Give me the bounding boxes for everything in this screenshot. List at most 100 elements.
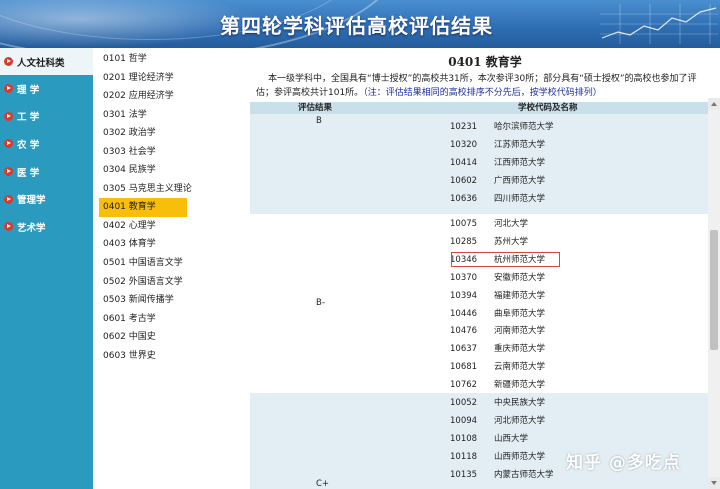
discipline-item[interactable]: 0503 新闻传播学 [93,291,250,310]
school-name: 中央民族大学 [494,398,546,408]
results-scrollbar[interactable] [708,98,720,489]
nav-item-4[interactable]: 医 学 [0,158,93,186]
school-code: 10370 [450,272,478,283]
results-panel: 0401 教育学 本一级学科中，全国具有“博士授权”的高校共31所，本次参评30… [250,48,720,489]
arrow-right-icon [4,139,13,149]
grade-label: B [316,116,322,126]
nav-item-3[interactable]: 农 学 [0,130,93,158]
school-name: 江西师范大学 [494,157,546,168]
table-row: 10370 安徽师范大学 [450,269,545,287]
header-banner: 第四轮学科评估高校评估结果 [0,0,720,48]
table-row: 10094 河北师范大学 [450,412,545,430]
school-code: 10052 [450,398,478,408]
school-code: 10135 [450,469,478,480]
discipline-item[interactable]: 0301 法学 [93,106,250,125]
discipline-item[interactable]: 0201 理论经济学 [93,69,250,88]
scrollbar-thumb[interactable] [710,230,718,350]
nav-item-label: 管理学 [17,195,46,207]
discipline-title: 0401 教育学 [448,55,522,69]
discipline-item[interactable]: 0304 民族学 [93,161,250,180]
table-row: 10320 江苏师范大学 [450,136,545,154]
grade-group: B- 10075 河北大学 10285 苏州大学 10346 杭州师范大学 10370 安徽师范… [250,214,710,393]
discipline-description: 本一级学科中，全国具有“博士授权”的高校共31所，本次参评30所；部分具有“硕士… [250,69,720,101]
school-code: 10602 [450,175,478,186]
school-column-header: 学校代码及名称 [518,103,578,113]
table-row: 10285 苏州大学 [450,233,528,251]
discipline-item[interactable]: 0302 政治学 [93,124,250,143]
grade-group: C+ 10052 中央民族大学 10094 河北师范大学 10108 山西大学 10118 山西… [250,393,710,489]
nav-item-0[interactable]: 人文社科类 [0,48,93,75]
ranking-note: （注：评估结果相同的高校排序不分先后，按学校代码排列） [363,88,602,98]
school-code: 10414 [450,157,478,168]
school-code: 10394 [450,290,478,301]
school-code: 10108 [450,433,478,444]
school-name: 河南师范大学 [494,326,546,337]
nav-item-label: 艺术学 [17,222,46,234]
school-name: 苏州大学 [494,236,529,247]
nav-item-label: 农 学 [17,139,40,151]
watermark: 知乎 @多吃点 [566,453,681,473]
category-sidebar: 人文社科类理 学工 学农 学医 学管理学艺术学 [0,48,93,489]
table-row: 10681 云南师范大学 [450,358,545,376]
results-table-header: 评估结果 学校代码及名称 [250,102,710,114]
school-code: 10285 [450,236,478,247]
school-name: 内蒙古师范大学 [494,469,554,480]
grade-group: B 10231 哈尔滨师范大学 10320 江苏师范大学 10414 江西师范大学 10602… [250,114,710,214]
discipline-item[interactable]: 0502 外国语言文学 [93,273,250,292]
school-name: 山西大学 [494,433,529,444]
discipline-item[interactable]: 0101 哲学 [93,50,250,69]
table-row: 10636 四川师范大学 [450,190,545,208]
table-row: 10446 曲阜师范大学 [450,305,545,323]
table-row: 10135 内蒙古师范大学 [450,466,554,484]
page-title: 第四轮学科评估高校评估结果 [220,14,493,38]
school-code: 10075 [450,219,478,229]
table-row: 10602 广西师范大学 [450,172,545,190]
arrow-right-icon [4,111,13,121]
school-name: 云南师范大学 [494,362,546,373]
school-name: 河北大学 [494,219,529,229]
nav-item-5[interactable]: 管理学 [0,185,93,213]
scroll-up-arrow-icon[interactable] [708,98,720,110]
school-code: 10681 [450,362,478,373]
nav-item-label: 人文社科类 [17,57,65,69]
school-name: 四川师范大学 [494,193,546,204]
discipline-item[interactable]: 0303 社会学 [93,143,250,162]
discipline-item[interactable]: 0202 应用经济学 [93,87,250,106]
school-code: 10446 [450,308,478,319]
grade-label: B- [316,298,325,308]
school-name: 河北师范大学 [494,415,546,426]
arrow-right-icon [4,194,13,204]
school-code: 10762 [450,380,478,391]
nav-item-1[interactable]: 理 学 [0,75,93,103]
discipline-item[interactable]: 0501 中国语言文学 [93,254,250,273]
table-row: 10414 江西师范大学 [450,154,545,172]
scroll-down-arrow-icon[interactable] [708,477,720,489]
arrow-right-icon [4,84,13,94]
discipline-item[interactable]: 0401 教育学 [99,198,187,217]
table-row: 10637 重庆师范大学 [450,340,545,358]
school-name: 江苏师范大学 [494,139,546,150]
school-code: 10636 [450,193,478,204]
school-code: 10118 [450,451,478,462]
table-row: 10762 新疆师范大学 [450,376,545,394]
grade-column-header: 评估结果 [298,103,333,113]
table-row: 10118 山西师范大学 [450,448,545,466]
nav-item-6[interactable]: 艺术学 [0,213,93,241]
discipline-item[interactable]: 0402 心理学 [93,217,250,236]
table-row: 10052 中央民族大学 [450,394,545,412]
table-row: 10075 河北大学 [450,215,528,233]
discipline-item[interactable]: 0601 考古学 [93,310,250,329]
school-code: 10231 [450,122,478,132]
discipline-item[interactable]: 0305 马克思主义理论 [93,180,250,199]
table-row: 10394 福建师范大学 [450,287,545,305]
school-code: 10476 [450,326,478,337]
school-name: 重庆师范大学 [494,344,546,355]
nav-item-label: 医 学 [17,167,40,179]
discipline-item[interactable]: 0403 体育学 [93,235,250,254]
nav-item-label: 工 学 [17,112,40,124]
discipline-item[interactable]: 0603 世界史 [93,347,250,366]
discipline-item[interactable]: 0602 中国史 [93,328,250,347]
school-name: 福建师范大学 [494,290,546,301]
nav-item-2[interactable]: 工 学 [0,103,93,131]
school-name: 新疆师范大学 [494,380,546,391]
